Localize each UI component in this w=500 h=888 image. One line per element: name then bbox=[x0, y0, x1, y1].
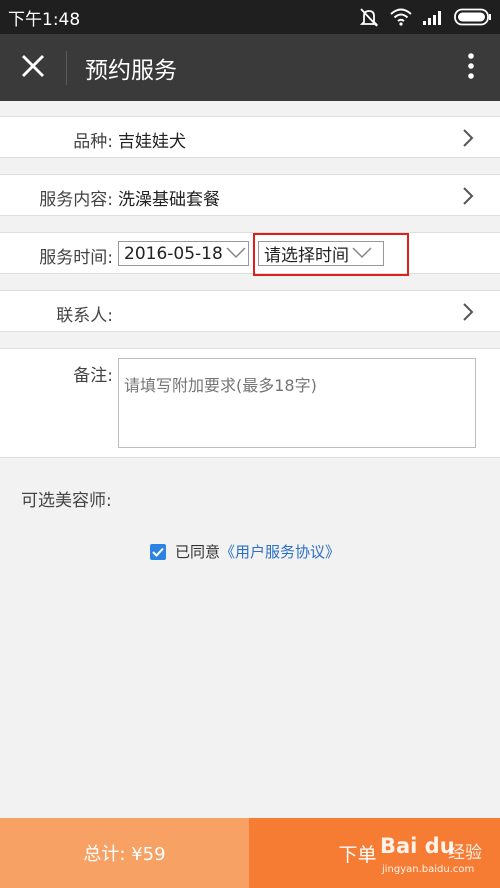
watermark-logo-cn: 经验 bbox=[448, 843, 482, 863]
page-title: 预约服务 bbox=[85, 57, 177, 84]
mute-icon bbox=[358, 7, 380, 27]
wifi-icon bbox=[390, 8, 412, 26]
agreement-text: 已同意 bbox=[175, 543, 221, 561]
chevron-down-icon bbox=[223, 244, 246, 264]
battery-icon bbox=[454, 8, 492, 26]
status-time: 下午1:48 bbox=[8, 9, 81, 30]
breed-value: 吉娃娃犬 bbox=[118, 132, 186, 152]
app-bar: 预约服务 bbox=[0, 34, 500, 101]
agreement: 已同意 《用户服务协议》 bbox=[150, 541, 340, 562]
more-button[interactable] bbox=[442, 34, 500, 101]
service-content-value: 洗澡基础套餐 bbox=[118, 190, 220, 210]
order-button-label: 下单 bbox=[338, 843, 377, 866]
chevron-right-icon bbox=[462, 186, 474, 210]
date-select[interactable]: 2016-05-18 bbox=[118, 241, 249, 266]
more-vertical-icon bbox=[467, 52, 475, 84]
service-content-label: 服务内容: bbox=[39, 190, 113, 210]
contact-row[interactable]: 联系人: bbox=[0, 290, 500, 332]
remark-textarea[interactable] bbox=[118, 358, 476, 448]
baidu-watermark: Bai du 经验 jingyan.baidu.com bbox=[380, 832, 496, 880]
chevron-right-icon bbox=[462, 302, 474, 326]
close-button[interactable] bbox=[0, 34, 66, 101]
status-icons bbox=[358, 7, 492, 27]
user-agreement-link[interactable]: 《用户服务协议》 bbox=[220, 541, 340, 562]
agreement-checkbox[interactable] bbox=[150, 543, 166, 560]
status-bar: 下午1:48 bbox=[0, 0, 500, 34]
service-content-row[interactable]: 服务内容: 洗澡基础套餐 bbox=[0, 174, 500, 216]
breed-label: 品种: bbox=[73, 132, 113, 152]
stylist-label: 可选美容师: bbox=[21, 491, 112, 511]
service-time-label: 服务时间: bbox=[39, 248, 113, 268]
watermark-logo: Bai du bbox=[380, 834, 455, 858]
chevron-right-icon bbox=[462, 128, 474, 152]
highlight-annotation-box bbox=[253, 233, 409, 276]
remark-label: 备注: bbox=[73, 366, 113, 386]
close-icon bbox=[21, 54, 45, 82]
watermark-url: jingyan.baidu.com bbox=[382, 864, 475, 875]
date-select-value: 2016-05-18 bbox=[124, 243, 223, 264]
service-time-row: 服务时间: 2016-05-18 请选择时间 bbox=[0, 232, 500, 276]
remark-row: 备注: bbox=[0, 348, 500, 458]
breed-row[interactable]: 品种: 吉娃娃犬 bbox=[0, 116, 500, 158]
total-price: 总计: ¥59 bbox=[0, 818, 249, 888]
appbar-divider bbox=[66, 50, 67, 85]
signal-icon bbox=[422, 9, 444, 25]
contact-label: 联系人: bbox=[56, 306, 113, 326]
